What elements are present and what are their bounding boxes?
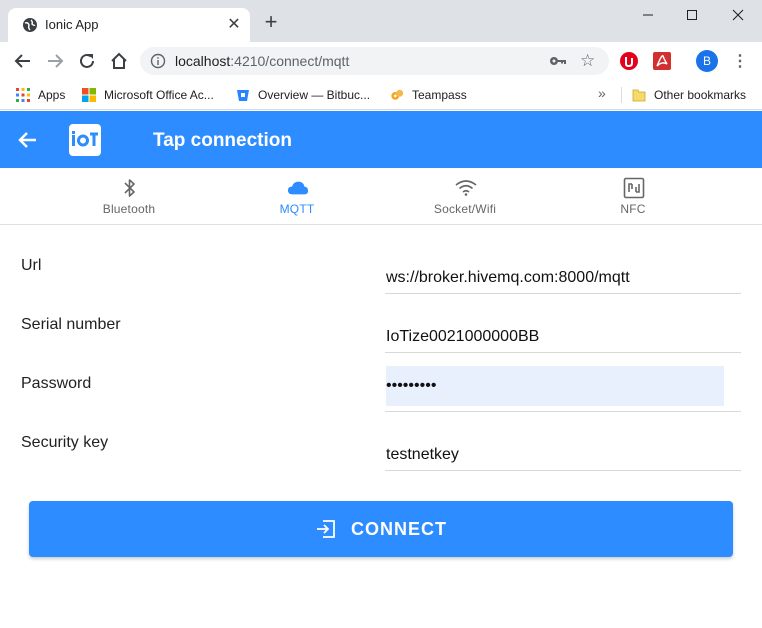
security-key-row: Security key <box>0 412 762 475</box>
bookmark-bitbucket[interactable]: Overview — Bitbuc... <box>236 86 370 104</box>
home-icon[interactable] <box>108 50 130 72</box>
serial-number-label: Serial number <box>21 316 121 333</box>
login-icon <box>317 520 335 538</box>
info-icon[interactable] <box>150 53 166 69</box>
pdf-extension-icon[interactable] <box>652 51 672 71</box>
address-bar[interactable]: localhost:4210/connect/mqtt ☆ <box>140 47 609 75</box>
connect-button-label: CONNECT <box>351 518 447 539</box>
tab-title: Ionic App <box>45 17 99 32</box>
app-header <box>0 111 762 168</box>
reload-icon[interactable] <box>76 50 98 72</box>
serial-number-field-container <box>385 294 741 357</box>
url-host: localhost <box>175 53 231 69</box>
maximize-icon[interactable] <box>677 4 707 26</box>
bookmarks-bar: Apps Microsoft Office Ac... Overview — B… <box>0 80 762 110</box>
tab-socket-wifi[interactable]: Socket/Wifi <box>381 168 549 225</box>
back-arrow-icon[interactable] <box>12 50 34 72</box>
tab-label: NFC <box>620 202 646 216</box>
security-key-field-container <box>385 412 741 475</box>
browser-toolbar: localhost:4210/connect/mqtt ☆ B ⋮ <box>0 42 762 80</box>
close-window-icon[interactable] <box>723 4 753 26</box>
microsoft-logo-icon <box>82 88 96 102</box>
url-text: localhost:4210/connect/mqtt <box>175 53 349 69</box>
bookmarks-divider <box>621 87 622 103</box>
page-title: Tap connection <box>153 130 292 151</box>
minimize-icon[interactable] <box>633 4 663 26</box>
iotize-logo <box>69 124 101 156</box>
url-label: Url <box>21 257 42 274</box>
password-row: Password <box>0 353 762 412</box>
bookmark-label: Apps <box>38 88 66 102</box>
globe-icon <box>23 18 37 32</box>
close-tab-icon[interactable]: ✕ <box>224 14 244 34</box>
tab-label: Socket/Wifi <box>433 202 497 216</box>
bookmark-label: Other bookmarks <box>654 88 747 102</box>
bluetooth-icon <box>119 177 141 199</box>
security-key-input[interactable] <box>386 435 724 475</box>
browser-tab[interactable]: Ionic App ✕ <box>8 8 250 42</box>
bookmark-label: Overview — Bitbuc... <box>258 88 371 102</box>
wifi-icon <box>455 177 477 199</box>
key-icon[interactable] <box>549 54 567 68</box>
star-icon[interactable]: ☆ <box>580 51 595 71</box>
teampass-icon <box>391 89 404 100</box>
back-arrow-icon[interactable] <box>16 128 40 152</box>
serial-number-input[interactable] <box>386 317 724 357</box>
tab-strip: Ionic App ✕ + <box>0 0 762 42</box>
bookmark-teampass[interactable]: Teampass <box>390 86 467 104</box>
serial-number-row: Serial number <box>0 294 762 357</box>
bitbucket-icon <box>237 90 249 101</box>
security-key-label: Security key <box>21 434 109 451</box>
profile-avatar[interactable]: B <box>696 50 718 72</box>
opera-extension-icon[interactable] <box>619 51 639 71</box>
menu-kebab-icon[interactable]: ⋮ <box>730 51 750 71</box>
bookmark-apps[interactable]: Apps <box>16 86 65 104</box>
bookmark-label: Teampass <box>412 88 467 102</box>
url-input[interactable] <box>386 258 724 298</box>
nfc-icon <box>623 177 645 199</box>
forward-arrow-icon[interactable] <box>44 50 66 72</box>
bookmark-label: Microsoft Office Ac... <box>104 88 214 102</box>
tab-bluetooth[interactable]: Bluetooth <box>45 168 213 225</box>
more-bookmarks-chevron-icon[interactable]: » <box>598 85 606 101</box>
url-row: Url <box>0 235 762 298</box>
password-input[interactable] <box>386 366 724 406</box>
password-label: Password <box>21 375 92 392</box>
tab-label: Bluetooth <box>102 202 156 216</box>
tab-nfc[interactable]: NFC <box>549 168 717 225</box>
bookmark-microsoft-office[interactable]: Microsoft Office Ac... <box>82 86 214 104</box>
url-path: :4210/connect/mqtt <box>230 53 350 69</box>
iot-logo-icon <box>72 131 98 147</box>
folder-icon <box>632 89 646 102</box>
connection-type-segment: Bluetooth MQTT Socket/Wifi NFC <box>0 168 762 225</box>
tab-label: MQTT <box>279 202 315 216</box>
url-field-container <box>385 235 741 298</box>
bookmark-other-bookmarks[interactable]: Other bookmarks <box>632 86 746 104</box>
new-tab-button[interactable]: + <box>261 11 281 33</box>
apps-grid-icon <box>16 88 30 102</box>
cloud-icon <box>287 177 309 199</box>
connect-button[interactable]: CONNECT <box>29 501 733 557</box>
tab-mqtt[interactable]: MQTT <box>213 168 381 225</box>
password-field-container <box>385 353 741 412</box>
